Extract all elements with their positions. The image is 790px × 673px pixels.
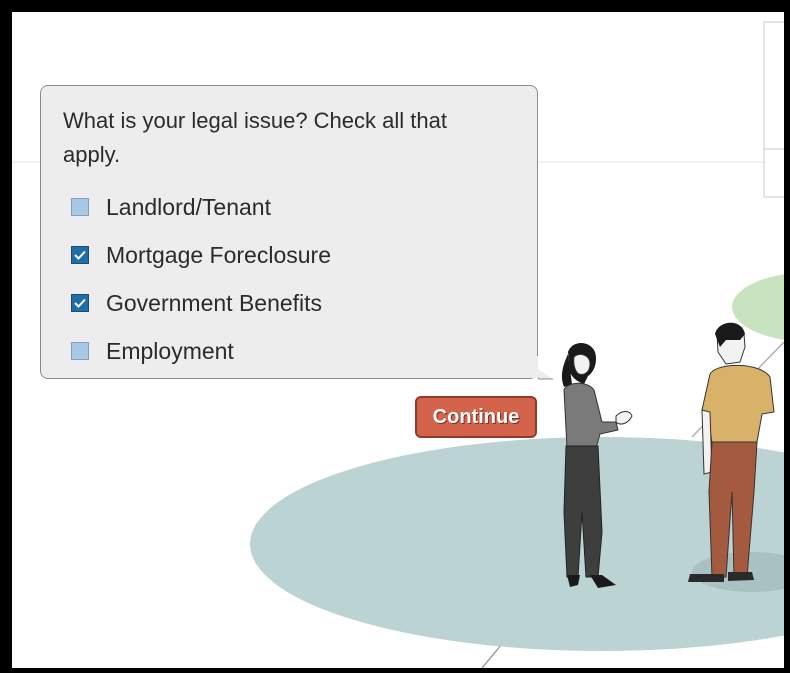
- checkbox-employment[interactable]: [71, 342, 89, 360]
- option-government-benefits[interactable]: Government Benefits: [71, 279, 331, 327]
- scene-canvas: What is your legal issue? Check all that…: [12, 12, 784, 668]
- bubble-tail: [519, 356, 553, 380]
- checkbox-mortgage-foreclosure[interactable]: [71, 246, 89, 264]
- window-frame: What is your legal issue? Check all that…: [0, 0, 790, 673]
- option-landlord-tenant[interactable]: Landlord/Tenant: [71, 183, 331, 231]
- option-label: Employment: [106, 337, 234, 364]
- background-panel: [763, 21, 784, 198]
- option-label: Mortgage Foreclosure: [106, 241, 331, 268]
- checkbox-landlord-tenant[interactable]: [71, 198, 89, 216]
- option-label: Landlord/Tenant: [106, 193, 271, 220]
- options-list: Landlord/Tenant Mortgage Foreclosure Gov…: [71, 183, 331, 375]
- continue-button[interactable]: Continue: [415, 396, 537, 438]
- option-mortgage-foreclosure[interactable]: Mortgage Foreclosure: [71, 231, 331, 279]
- question-bubble: What is your legal issue? Check all that…: [40, 85, 553, 380]
- question-text: What is your legal issue? Check all that…: [63, 108, 447, 167]
- option-employment[interactable]: Employment: [71, 327, 331, 375]
- option-label: Government Benefits: [106, 289, 323, 316]
- checkbox-government-benefits[interactable]: [71, 294, 89, 312]
- checkmark-icon: [74, 250, 86, 260]
- checkmark-icon: [74, 298, 86, 308]
